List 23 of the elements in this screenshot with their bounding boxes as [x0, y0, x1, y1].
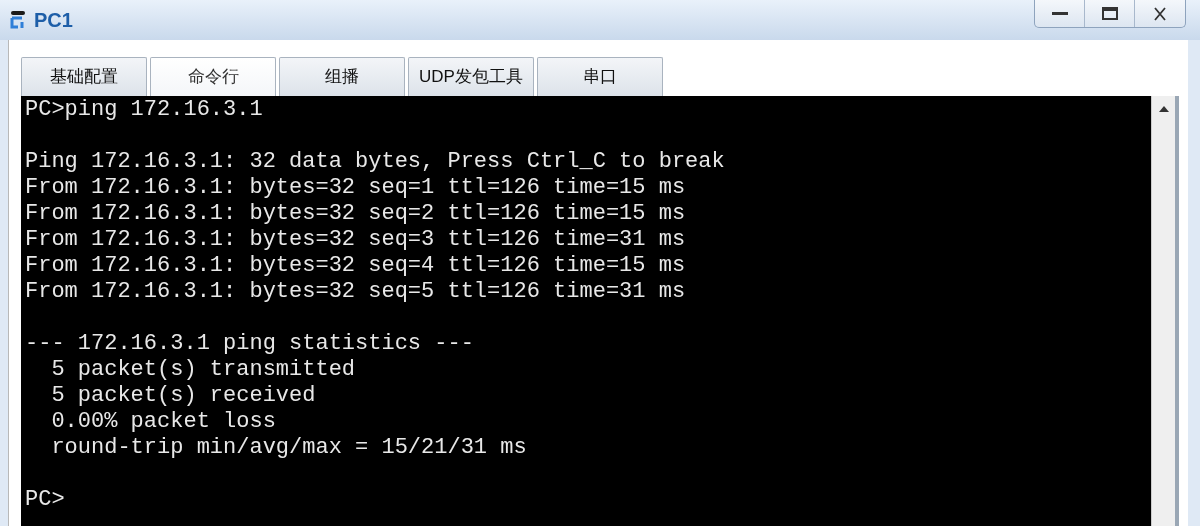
terminal-line: 5 packet(s) transmitted — [50, 357, 356, 383]
maximize-icon — [1101, 7, 1118, 20]
terminal-line: From 172.16.3.1: bytes=32 seq=5 ttl=126 time=31 ms — [25, 279, 686, 305]
tab[interactable]: 基础配置 — [21, 57, 147, 96]
terminal-line: From 172.16.3.1: bytes=32 seq=1 ttl=126 time=15 ms — [25, 175, 686, 201]
terminal-line: Ping 172.16.3.1: 32 data bytes, Press Ctrl_C to break — [25, 149, 725, 175]
terminal-line: 5 packet(s) received — [50, 383, 316, 409]
window-title: PC1 — [34, 8, 73, 33]
terminal-line: 0.00% packet loss — [50, 409, 276, 435]
tab[interactable]: 串口 — [537, 57, 663, 96]
terminal-line: From 172.16.3.1: bytes=32 seq=4 ttl=126 time=15 ms — [25, 253, 686, 279]
scroll-up-icon[interactable] — [1158, 106, 1169, 112]
terminal-line: round-trip min/avg/max = 15/21/31 ms — [50, 435, 527, 461]
terminal-line: --- 172.16.3.1 ping statistics --- — [25, 331, 474, 357]
minimize-icon — [1051, 12, 1068, 15]
tab[interactable]: 组播 — [279, 57, 405, 96]
terminal-line: PC>ping 172.16.3.1 — [25, 97, 263, 123]
terminal-line: PC> — [25, 487, 65, 513]
terminal-line: From 172.16.3.1: bytes=32 seq=3 ttl=126 time=31 ms — [25, 227, 686, 253]
tab[interactable]: UDP发包工具 — [408, 57, 534, 96]
terminal-line: From 172.16.3.1: bytes=32 seq=2 ttl=126 time=15 ms — [25, 201, 686, 227]
close-icon — [1153, 6, 1167, 21]
tab[interactable]: 命令行 — [150, 57, 276, 96]
